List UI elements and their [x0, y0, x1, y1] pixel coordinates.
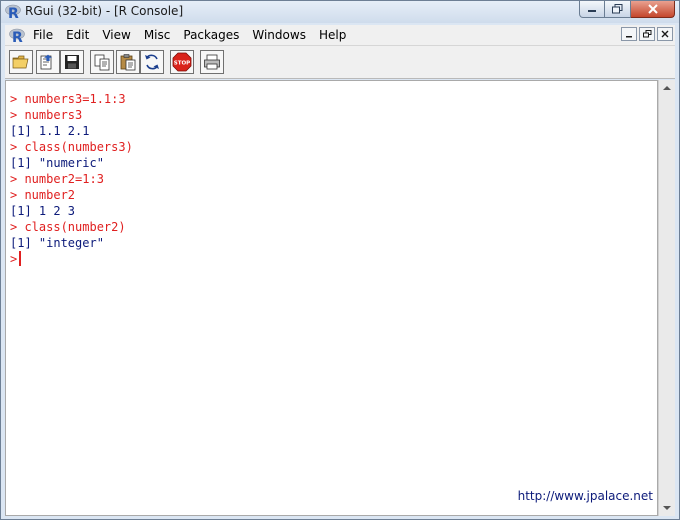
- menu-view[interactable]: View: [102, 28, 130, 42]
- close-button[interactable]: [631, 1, 675, 18]
- rgui-window: R RGui (32-bit) - [R Console] R File Edi…: [0, 0, 680, 520]
- scroll-down-button[interactable]: [659, 500, 675, 516]
- child-close-button[interactable]: [657, 27, 673, 41]
- vertical-scrollbar[interactable]: [658, 80, 675, 516]
- load-workspace-button[interactable]: [36, 50, 60, 74]
- r-logo-icon[interactable]: R: [9, 27, 25, 43]
- open-script-button[interactable]: [9, 50, 33, 74]
- save-workspace-icon: [65, 55, 79, 69]
- menu-windows[interactable]: Windows: [252, 28, 306, 42]
- console-input-line: > numbers3=1.1:3: [10, 92, 126, 106]
- print-icon: [204, 54, 220, 70]
- r-logo-icon: R: [5, 4, 21, 19]
- prompt-symbol: >: [10, 252, 18, 266]
- scroll-up-button[interactable]: [659, 80, 675, 96]
- menu-packages[interactable]: Packages: [183, 28, 239, 42]
- console-output: > numbers3=1.1:3 > numbers3 [1] 1.1 2.1 > c…: [10, 91, 133, 251]
- console-input-line: > numbers3: [10, 108, 83, 122]
- paste-icon: [120, 54, 136, 71]
- svg-text:STOP: STOP: [174, 61, 190, 67]
- console-input-line: > number2=1:3: [10, 172, 104, 186]
- minimize-icon: [626, 36, 632, 38]
- load-workspace-icon: [40, 54, 52, 70]
- menu-misc[interactable]: Misc: [144, 28, 171, 42]
- save-workspace-button[interactable]: [60, 50, 84, 74]
- menu-file[interactable]: File: [33, 28, 53, 42]
- minimize-button[interactable]: [579, 1, 605, 18]
- copy-paste-icon: [145, 54, 159, 70]
- arrow-down-icon: [663, 506, 671, 510]
- paste-button[interactable]: [116, 50, 140, 74]
- console-output-line: [1] "integer": [10, 236, 104, 250]
- window-title: RGui (32-bit) - [R Console]: [25, 4, 184, 18]
- stop-button[interactable]: STOP: [170, 50, 194, 74]
- window-controls: [579, 1, 675, 19]
- open-script-icon: [12, 55, 29, 69]
- console-input-line: > class(numbers3): [10, 140, 133, 154]
- copy-paste-button[interactable]: [140, 50, 164, 74]
- title-bar[interactable]: R RGui (32-bit) - [R Console]: [1, 1, 679, 23]
- console-input-line: > class(number2): [10, 220, 126, 234]
- console-output-line: [1] "numeric": [10, 156, 104, 170]
- copy-button[interactable]: [90, 50, 114, 74]
- r-console[interactable]: > numbers3=1.1:3 > numbers3 [1] 1.1 2.1 > c…: [5, 80, 658, 516]
- console-input-line: > number2: [10, 188, 76, 202]
- arrow-up-icon: [663, 86, 671, 90]
- minimize-icon: [588, 10, 596, 12]
- restore-icon: [642, 30, 651, 38]
- toolbar: STOP: [5, 46, 675, 79]
- child-minimize-button[interactable]: [621, 27, 637, 41]
- console-output-line: [1] 1 2 3: [10, 204, 76, 218]
- child-window-controls: [621, 27, 673, 41]
- svg-text:R: R: [12, 30, 23, 43]
- copy-icon: [94, 54, 110, 71]
- maximize-button[interactable]: [605, 1, 631, 18]
- svg-text:R: R: [8, 6, 19, 19]
- watermark: http://www.jpalace.net: [517, 489, 653, 503]
- stop-icon: STOP: [172, 52, 192, 72]
- close-icon: [661, 30, 669, 38]
- restore-icon: [612, 4, 623, 14]
- close-icon: [647, 4, 658, 14]
- console-output-line: [1] 1.1 2.1: [10, 124, 90, 138]
- text-cursor: [19, 251, 22, 266]
- print-button[interactable]: [200, 50, 224, 74]
- child-restore-button[interactable]: [639, 27, 655, 41]
- menu-bar: R File Edit View Misc Packages Windows H…: [5, 25, 675, 46]
- menu-edit[interactable]: Edit: [66, 28, 89, 42]
- console-prompt[interactable]: >: [10, 251, 22, 267]
- menu-help[interactable]: Help: [319, 28, 346, 42]
